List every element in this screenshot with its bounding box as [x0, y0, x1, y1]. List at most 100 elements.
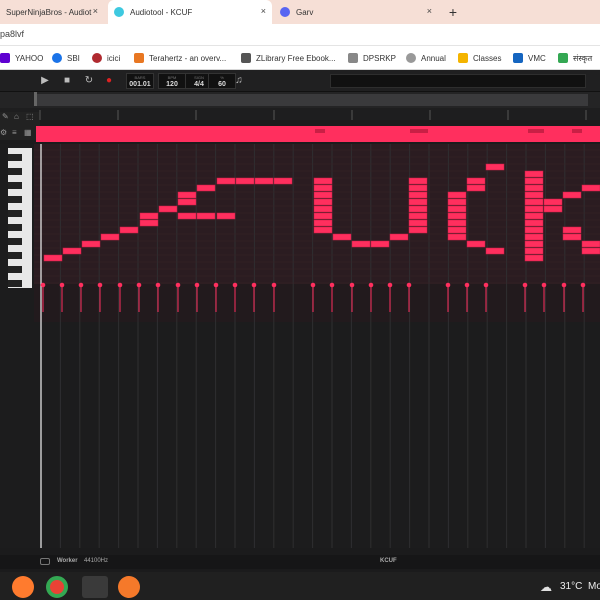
black-key[interactable]	[8, 182, 22, 189]
piano-keyboard[interactable]	[8, 148, 32, 288]
velocity-handle[interactable]	[349, 282, 355, 288]
midi-note[interactable]	[313, 191, 333, 199]
midi-note[interactable]	[447, 212, 467, 220]
midi-note[interactable]	[524, 247, 544, 255]
velocity-handle[interactable]	[155, 282, 161, 288]
bpm-display[interactable]: BPM 120	[158, 73, 186, 89]
midi-note[interactable]	[408, 191, 428, 199]
velocity-handle[interactable]	[194, 282, 200, 288]
midi-note[interactable]	[196, 212, 216, 220]
midi-note[interactable]	[524, 177, 544, 185]
velocity-handle[interactable]	[522, 282, 528, 288]
velocity-handle[interactable]	[580, 282, 586, 288]
midi-note[interactable]	[43, 254, 63, 262]
black-key[interactable]	[8, 252, 22, 259]
midi-note[interactable]	[485, 247, 505, 255]
midi-note[interactable]	[81, 240, 101, 248]
tab-garv[interactable]: Garv ×	[274, 0, 438, 24]
velocity-handle[interactable]	[387, 282, 393, 288]
midi-note[interactable]	[254, 177, 274, 185]
black-key[interactable]	[8, 280, 22, 287]
midi-note[interactable]	[447, 226, 467, 234]
black-key[interactable]	[8, 266, 22, 273]
black-key[interactable]	[8, 238, 22, 245]
velocity-handle[interactable]	[213, 282, 219, 288]
velocity-handle[interactable]	[464, 282, 470, 288]
new-tab-button[interactable]: +	[444, 2, 462, 22]
velocity-handle[interactable]	[251, 282, 257, 288]
midi-note[interactable]	[235, 177, 255, 185]
bookmark-sbi[interactable]: SBI	[52, 50, 80, 66]
midi-note[interactable]	[408, 184, 428, 192]
close-icon[interactable]: ×	[93, 6, 98, 16]
midi-note[interactable]	[158, 205, 178, 213]
black-key[interactable]	[8, 196, 22, 203]
velocity-handle[interactable]	[406, 282, 412, 288]
bars-display[interactable]: BARS 001.01	[126, 73, 154, 89]
velocity-handle[interactable]	[561, 282, 567, 288]
velocity-handle[interactable]	[97, 282, 103, 288]
midi-note[interactable]	[581, 240, 600, 248]
midi-note[interactable]	[581, 247, 600, 255]
midi-note[interactable]	[524, 198, 544, 206]
metronome-icon[interactable]: ♫	[232, 74, 246, 88]
midi-note[interactable]	[524, 212, 544, 220]
midi-note[interactable]	[100, 233, 120, 241]
arrangement-strip[interactable]	[0, 92, 600, 144]
loop-button[interactable]: ↻	[82, 74, 96, 88]
timeline-range[interactable]	[36, 94, 588, 106]
midi-note[interactable]	[313, 184, 333, 192]
midi-note[interactable]	[313, 177, 333, 185]
close-icon[interactable]: ×	[427, 6, 432, 16]
midi-note[interactable]	[524, 240, 544, 248]
midi-note[interactable]	[524, 219, 544, 227]
velocity-handle[interactable]	[271, 282, 277, 288]
midi-note[interactable]	[524, 226, 544, 234]
timeline-handle[interactable]	[34, 92, 37, 106]
bookmark-sanskrit[interactable]: संस्कृत	[558, 50, 592, 66]
midi-note[interactable]	[139, 212, 159, 220]
midi-note[interactable]	[466, 177, 486, 185]
play-button[interactable]: ▶	[38, 74, 52, 88]
midi-note[interactable]	[524, 170, 544, 178]
midi-note[interactable]	[524, 233, 544, 241]
black-key[interactable]	[8, 210, 22, 217]
app-icon[interactable]	[82, 576, 108, 598]
midi-note[interactable]	[313, 212, 333, 220]
midi-note[interactable]	[177, 198, 197, 206]
tab-audiotool-kcuf[interactable]: Audiotool - KCUF ×	[108, 0, 272, 24]
midi-note[interactable]	[447, 191, 467, 199]
address-bar[interactable]: pa8lvf	[0, 24, 600, 46]
midi-note[interactable]	[62, 247, 82, 255]
velocity-handle[interactable]	[368, 282, 374, 288]
velocity-handle[interactable]	[136, 282, 142, 288]
midi-note[interactable]	[562, 191, 582, 199]
midi-note[interactable]	[562, 226, 582, 234]
bookmark-vmc[interactable]: VMC	[513, 50, 546, 66]
velocity-handle[interactable]	[445, 282, 451, 288]
bookmark-dpsrkp[interactable]: DPSRKP	[348, 50, 396, 66]
midi-note[interactable]	[466, 184, 486, 192]
bookmark-icici[interactable]: icici	[92, 50, 120, 66]
piano-roll-grid[interactable]	[34, 144, 600, 548]
midi-note[interactable]	[313, 205, 333, 213]
midi-note[interactable]	[543, 198, 563, 206]
velocity-handle[interactable]	[310, 282, 316, 288]
velocity-handle[interactable]	[483, 282, 489, 288]
midi-note[interactable]	[524, 184, 544, 192]
velocity-handle[interactable]	[117, 282, 123, 288]
midi-note[interactable]	[447, 233, 467, 241]
midi-note[interactable]	[524, 191, 544, 199]
velocity-handle[interactable]	[78, 282, 84, 288]
bookmark-yahoo[interactable]: YAHOO	[0, 50, 43, 66]
blender-icon[interactable]	[118, 576, 140, 598]
midi-note[interactable]	[447, 205, 467, 213]
midi-note[interactable]	[447, 219, 467, 227]
velocity-handle[interactable]	[232, 282, 238, 288]
midi-note[interactable]	[524, 254, 544, 262]
midi-note[interactable]	[119, 226, 139, 234]
midi-note[interactable]	[177, 212, 197, 220]
close-icon[interactable]: ×	[261, 6, 266, 16]
midi-note[interactable]	[313, 219, 333, 227]
chrome-icon[interactable]	[46, 576, 68, 598]
